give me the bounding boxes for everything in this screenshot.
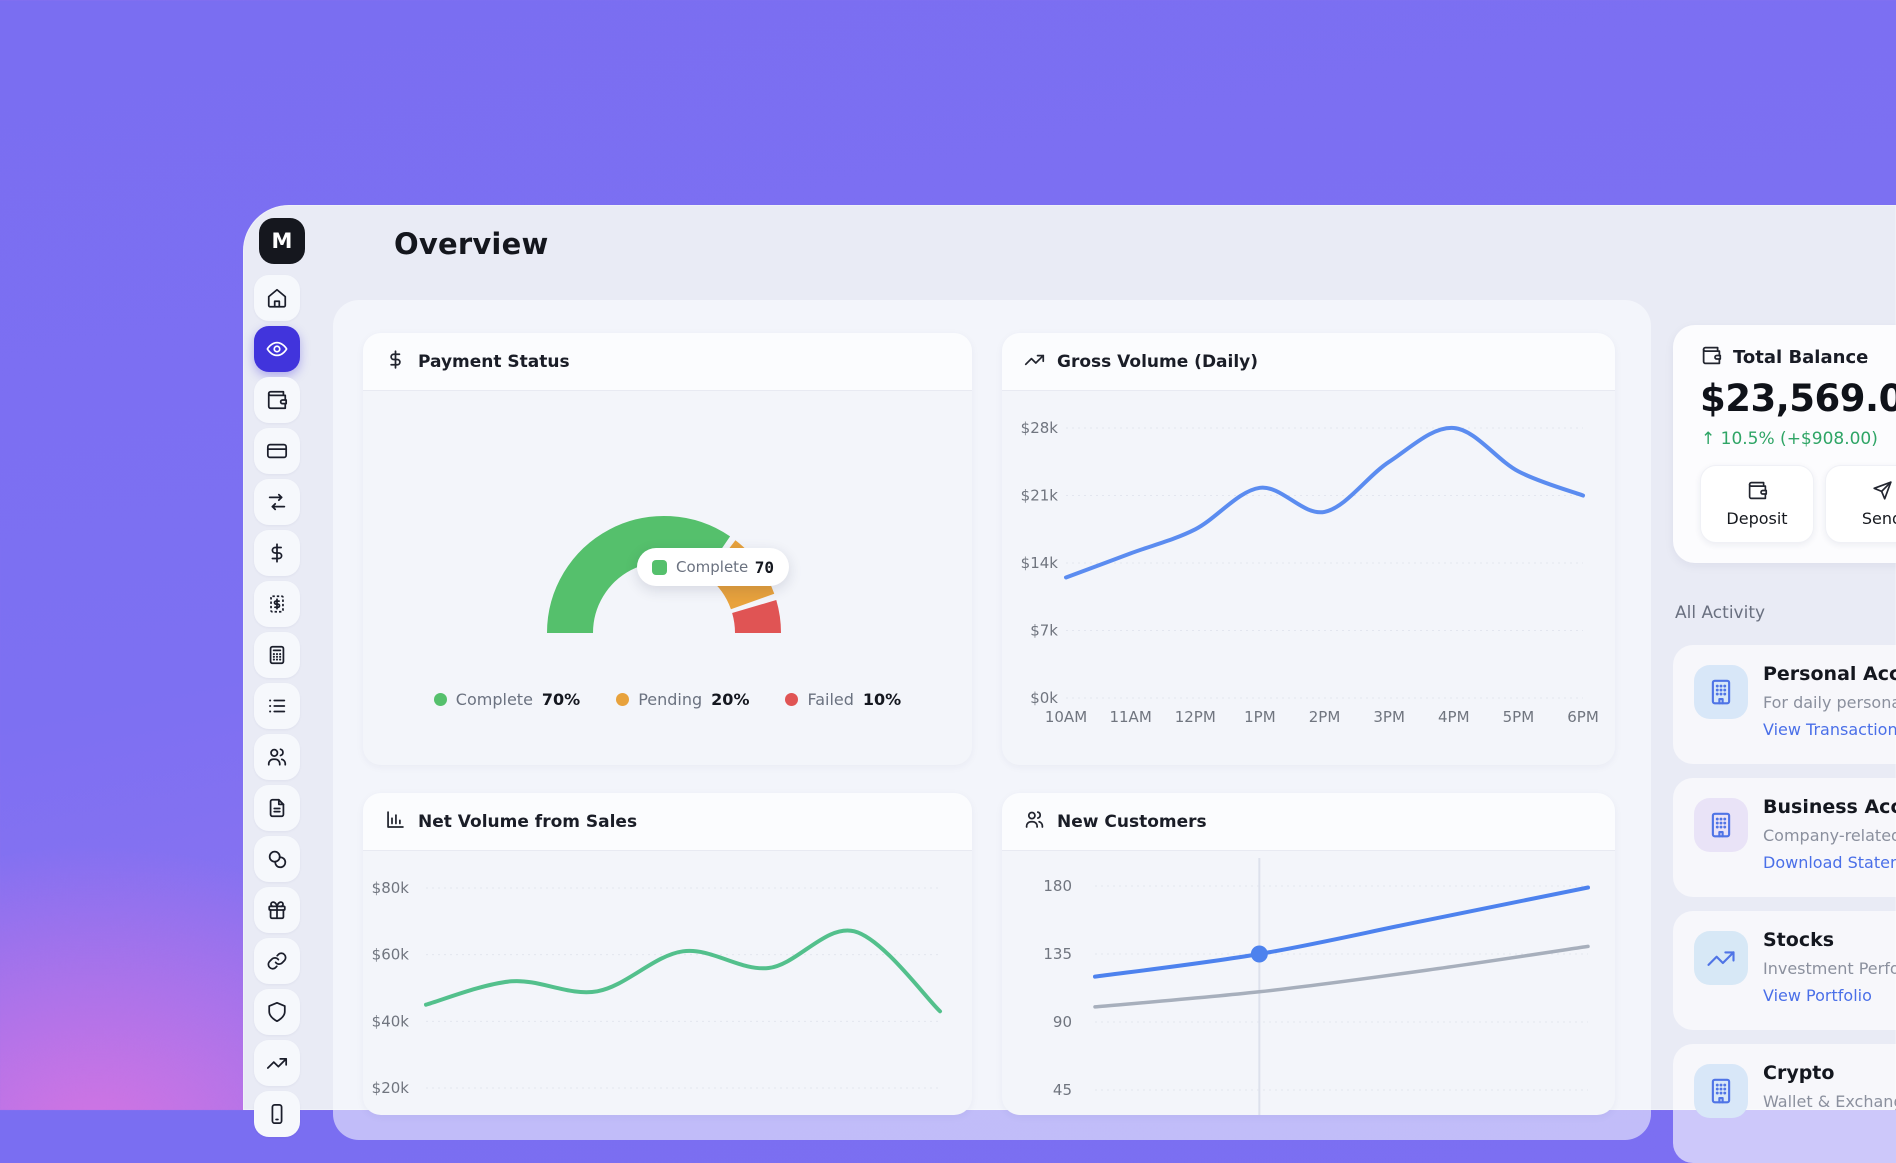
svg-text:$21k: $21k — [1021, 487, 1059, 505]
users-icon — [1024, 809, 1045, 834]
wallet-icon — [1701, 345, 1722, 370]
total-balance-header: Total Balance — [1701, 345, 1868, 370]
dashboard-panel: M Overview Payment Status Complete 70 Co… — [243, 205, 1896, 1110]
sidebar-item-document[interactable] — [254, 785, 300, 831]
svg-text:90: 90 — [1053, 1013, 1072, 1031]
activity-title: Crypto — [1763, 1062, 1834, 1084]
deposit-button[interactable]: Deposit — [1700, 465, 1814, 543]
activity-link[interactable]: View Portfolio — [1763, 986, 1872, 1005]
svg-text:$0k: $0k — [1030, 689, 1058, 707]
svg-text:12PM: 12PM — [1175, 708, 1216, 726]
activity-subtitle: Investment Performance — [1763, 959, 1896, 978]
svg-text:$60k: $60k — [372, 946, 410, 964]
send-button[interactable]: Send — [1825, 465, 1896, 543]
legend-item-pending: Pending20% — [616, 690, 749, 709]
svg-text:180: 180 — [1043, 877, 1072, 895]
activity-item-personal-account[interactable]: Personal Account For daily personal spend… — [1673, 645, 1896, 764]
building-icon — [1694, 798, 1748, 852]
sidebar-item-link[interactable] — [254, 938, 300, 984]
svg-text:4PM: 4PM — [1438, 708, 1470, 726]
activity-link[interactable]: Download Statements — [1763, 853, 1896, 872]
sidebar-item-credit-card[interactable] — [254, 428, 300, 474]
activity-title: Business Account — [1763, 796, 1896, 818]
svg-text:3PM: 3PM — [1373, 708, 1405, 726]
balance-change: ↑ 10.5% (+$908.00) — [1701, 429, 1878, 449]
legend-item-failed: Failed10% — [785, 690, 901, 709]
total-balance-amount: $23,569.00 — [1700, 377, 1896, 420]
total-balance-label: Total Balance — [1733, 347, 1868, 368]
svg-text:5PM: 5PM — [1503, 708, 1535, 726]
activity-link[interactable]: View Transactions — [1763, 720, 1896, 739]
sidebar-item-calculator[interactable] — [254, 632, 300, 678]
net-volume-line-chart: $80k $60k $40k $20k — [363, 850, 972, 1115]
page-title: Overview — [394, 227, 548, 261]
sidebar-item-list[interactable] — [254, 683, 300, 729]
svg-text:$14k: $14k — [1021, 554, 1059, 572]
activity-title: Personal Account — [1763, 663, 1896, 685]
new-customers-title: New Customers — [1057, 812, 1207, 832]
svg-text:11AM: 11AM — [1109, 708, 1151, 726]
svg-text:135: 135 — [1043, 945, 1072, 963]
new-customers-header: New Customers — [1002, 793, 1615, 851]
gauge-tooltip-label: Complete — [676, 558, 748, 576]
new-customers-line-chart: 180 135 90 45 — [1002, 850, 1615, 1115]
sidebar-item-dollar[interactable] — [254, 530, 300, 576]
sidebar-item-transfer[interactable] — [254, 479, 300, 525]
gauge-tooltip: Complete 70 — [637, 548, 789, 586]
gross-volume-line-chart: $28k $21k $14k $7k $0k10AM 11AM 12PM 1PM 2PM 3PM 4… — [1002, 390, 1615, 765]
gross-volume-header: Gross Volume (Daily) — [1002, 333, 1615, 391]
activity-item-crypto[interactable]: Crypto Wallet & Exchange — [1673, 1044, 1896, 1163]
sidebar-item-users[interactable] — [254, 734, 300, 780]
legend-item-complete: Complete70% — [434, 690, 580, 709]
sidebar-item-invoice[interactable] — [254, 581, 300, 627]
complete-swatch — [652, 560, 667, 575]
payment-status-card: Payment Status Complete 70 Complete70% Pe… — [363, 333, 972, 765]
dollar-icon — [385, 349, 406, 374]
svg-text:$7k: $7k — [1030, 622, 1058, 640]
activity-item-business-account[interactable]: Business Account Company-related finances… — [1673, 778, 1896, 897]
sidebar-item-eye[interactable] — [254, 326, 300, 372]
total-balance-card: Total Balance $23,569.00 ↑ 10.5% (+$908.… — [1673, 325, 1896, 563]
svg-text:6PM: 6PM — [1567, 708, 1599, 726]
trending-up-icon — [1024, 349, 1045, 374]
payment-status-header: Payment Status — [363, 333, 972, 391]
activity-subtitle: Company-related finances — [1763, 826, 1896, 845]
svg-text:$40k: $40k — [372, 1012, 410, 1030]
activity-subtitle: For daily personal spending — [1763, 693, 1896, 712]
net-volume-card: Net Volume from Sales $80k $60k $40k $20k — [363, 793, 972, 1115]
sidebar-item-trending-up[interactable] — [254, 1040, 300, 1086]
svg-text:45: 45 — [1053, 1081, 1072, 1099]
sidebar-item-shield[interactable] — [254, 989, 300, 1035]
svg-text:1PM: 1PM — [1244, 708, 1276, 726]
sidebar-item-wallet[interactable] — [254, 377, 300, 423]
app-logo[interactable]: M — [259, 218, 305, 264]
svg-text:$80k: $80k — [372, 879, 410, 897]
building-icon — [1694, 665, 1748, 719]
gross-volume-title: Gross Volume (Daily) — [1057, 352, 1258, 372]
svg-text:10AM: 10AM — [1045, 708, 1087, 726]
gauge-legend: Complete70% Pending20% Failed10% — [363, 690, 972, 709]
net-volume-title: Net Volume from Sales — [418, 812, 637, 832]
svg-text:$20k: $20k — [372, 1079, 410, 1097]
sidebar-item-smartphone[interactable] — [254, 1091, 300, 1137]
all-activity-heading: All Activity — [1675, 603, 1765, 623]
sidebar-item-gift[interactable] — [254, 887, 300, 933]
activity-item-stocks[interactable]: Stocks Investment Performance View Portfol… — [1673, 911, 1896, 1030]
svg-text:2PM: 2PM — [1309, 708, 1341, 726]
new-customers-card: New Customers 1801359045 Week 2 This Mon… — [1002, 793, 1615, 1115]
net-volume-header: Net Volume from Sales — [363, 793, 972, 851]
gauge-tooltip-value: 70 — [755, 558, 774, 577]
sidebar-item-coins[interactable] — [254, 836, 300, 882]
trending-up-icon — [1694, 931, 1748, 985]
activity-subtitle: Wallet & Exchange — [1763, 1092, 1896, 1111]
sidebar-item-home[interactable] — [254, 275, 300, 321]
svg-text:$28k: $28k — [1021, 419, 1059, 437]
gross-volume-card: Gross Volume (Daily) $28k$21k$14k$7k$0k1… — [1002, 333, 1615, 765]
balance-actions: DepositSend — [1700, 465, 1896, 543]
bar-chart-icon — [385, 809, 406, 834]
activity-title: Stocks — [1763, 929, 1834, 951]
payment-status-title: Payment Status — [418, 352, 570, 372]
